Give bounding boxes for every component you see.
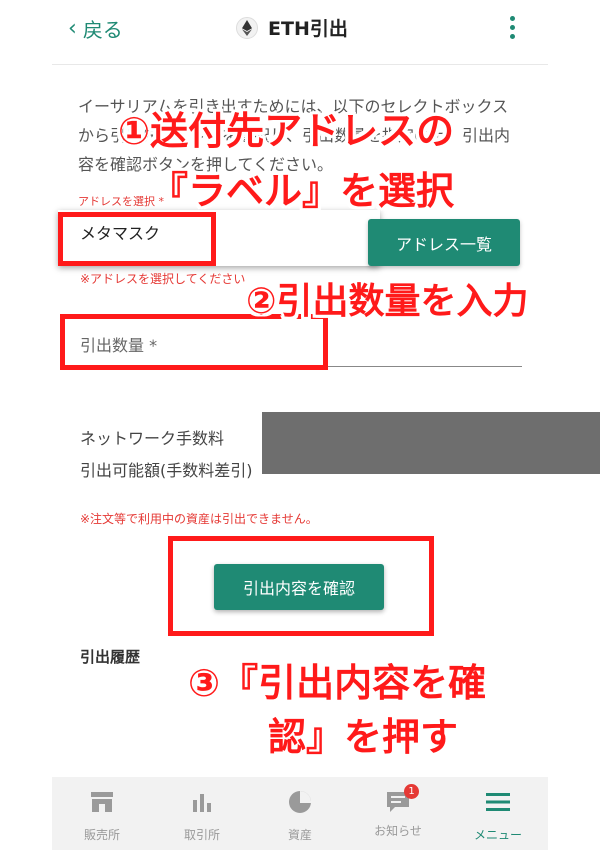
annotation-step2: ②引出数量を入力 [246,281,529,322]
page-title: ETH引出 [268,18,348,40]
nav-item-exchange[interactable]: 取引所 [152,777,252,850]
redacted-values [262,412,600,474]
page-header: ETH引出 [236,14,348,41]
pie-chart-icon [289,791,311,813]
nav-item-shop[interactable]: 販売所 [52,777,152,850]
nav-label-shop: 販売所 [83,828,120,842]
header-divider [52,64,548,65]
shop-icon [91,792,113,812]
chevron-left-icon: ‹ [68,15,77,41]
nav-label-menu: メニュー [473,828,522,842]
message-icon: 1 [385,784,419,814]
ethereum-icon [236,16,258,39]
nav-item-news[interactable]: 1 お知らせ [348,777,448,850]
warning-text: ※注文等で利用中の資産は引出できません。 [80,512,318,526]
annotation-box-address [58,212,216,266]
nav-label-news: お知らせ [374,824,422,838]
nav-item-menu[interactable]: メニュー [448,777,548,850]
address-list-button[interactable]: アドレス一覧 [368,219,520,266]
annotation-step3-line2: 認』を押す [268,715,459,759]
nav-label-assets: 資産 [287,828,312,842]
annotation-box-confirm [168,536,434,636]
more-menu-icon[interactable] [510,16,516,43]
chart-bars-icon [193,794,211,812]
address-hint: ※アドレスを選択してください [80,272,246,286]
nav-label-exchange: 取引所 [183,828,220,842]
nav-item-assets[interactable]: 資産 [250,777,350,850]
annotation-step3-line1: ③『引出内容を確 [188,661,487,705]
back-button[interactable]: ‹ 戻る [68,14,123,43]
hamburger-icon [486,793,510,811]
notification-badge: 1 [404,784,419,799]
annotation-step1-line1: ①送付先アドレスの [118,109,455,153]
network-fee-label: ネットワーク手数料 [80,429,225,448]
bottom-nav: 販売所 取引所 資産 1 お知らせ メニュー [52,777,548,850]
annotation-step1-line2: 『ラベル』を選択 [150,169,455,213]
withdrawal-history-title: 引出履歴 [80,648,141,666]
back-label: 戻る [82,18,123,42]
available-amount-label: 引出可能額(手数料差引) [80,461,253,480]
